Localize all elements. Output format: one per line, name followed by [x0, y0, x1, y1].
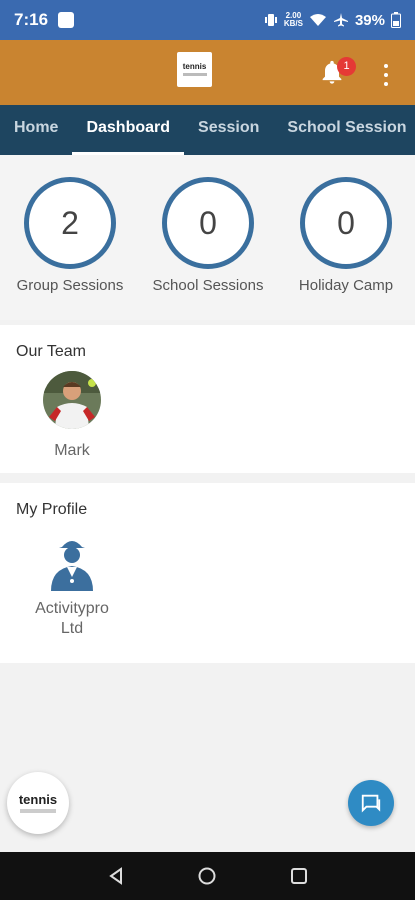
our-team-card: Our Team Mark	[0, 325, 415, 473]
my-profile-card: My Profile Activitypro Ltd	[0, 483, 415, 663]
tab-session[interactable]: Session	[184, 105, 273, 155]
wifi-icon	[309, 14, 326, 26]
back-icon[interactable]	[106, 866, 126, 886]
app-logo: tennis	[177, 52, 212, 87]
our-team-title: Our Team	[16, 343, 86, 360]
stat-value: 0	[300, 177, 392, 269]
team-member[interactable]: Mark	[22, 371, 122, 461]
recents-icon[interactable]	[289, 866, 309, 886]
stat-label: School Sessions	[152, 277, 264, 294]
chat-icon	[361, 794, 381, 813]
brand-logo-text: tennis	[18, 792, 58, 807]
stat-holiday-camp[interactable]: 0 Holiday Camp	[276, 177, 415, 294]
app-bar: tennis 1	[0, 40, 415, 105]
stat-label: Holiday Camp	[298, 277, 394, 294]
more-options-icon[interactable]	[378, 64, 394, 86]
brand-logo-button[interactable]: tennis	[7, 772, 69, 834]
my-profile-title: My Profile	[16, 501, 88, 518]
vibrate-icon	[264, 14, 277, 26]
member-name: Mark	[54, 442, 90, 459]
network-speed: 2.00 KB/S	[283, 11, 303, 28]
status-time: 7:16	[14, 10, 49, 29]
tab-school-session[interactable]: School Session	[273, 105, 415, 155]
tab-dashboard[interactable]: Dashboard	[72, 105, 184, 155]
battery-icon	[391, 12, 401, 28]
status-bar: 7:16 2.00 KB/S 39%	[0, 0, 415, 40]
status-icons: 2.00 KB/S 39%	[264, 12, 401, 29]
tab-bar: Home Dashboard Session School Session	[0, 105, 415, 155]
profile-name: Activitypro Ltd	[35, 600, 109, 637]
app-logo-text: tennis	[182, 62, 207, 71]
profile-member[interactable]: Activitypro Ltd	[22, 533, 122, 639]
stat-value: 0	[162, 177, 254, 269]
notification-square-icon	[58, 12, 75, 28]
app-logo-stripe	[182, 73, 207, 76]
avatar	[43, 371, 101, 429]
stats-section: 2 Group Sessions 0 School Sessions 0 Hol…	[0, 155, 415, 320]
notification-badge: 1	[337, 57, 356, 76]
stat-group-sessions[interactable]: 2 Group Sessions	[0, 177, 140, 294]
stat-label: Group Sessions	[16, 277, 124, 294]
coach-icon	[43, 533, 101, 591]
battery-percent: 39%	[354, 11, 385, 29]
tab-home[interactable]: Home	[0, 105, 72, 155]
system-nav-bar	[0, 852, 415, 900]
home-icon[interactable]	[197, 866, 217, 886]
chat-button[interactable]	[348, 780, 394, 826]
stat-value: 2	[24, 177, 116, 269]
brand-logo-stripe	[20, 809, 56, 813]
stat-school-sessions[interactable]: 0 School Sessions	[138, 177, 278, 294]
airplane-icon	[333, 13, 348, 27]
